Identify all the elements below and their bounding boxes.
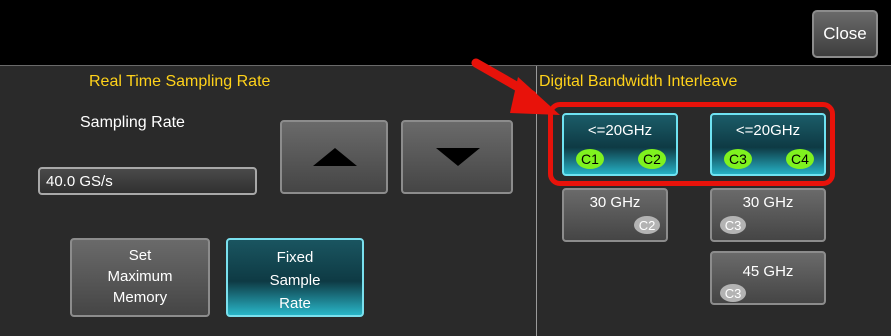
channel-badge-c3: C3: [720, 284, 746, 302]
sampling-rate-field[interactable]: 40.0 GS/s: [38, 167, 257, 195]
selection-highlight-box: [548, 102, 835, 186]
channel-badge-c2: C2: [634, 216, 660, 234]
dbi-option-30ghz-c2[interactable]: 30 GHz C2: [562, 188, 668, 242]
dbi-option-45ghz-c3[interactable]: 45 GHz C3: [710, 251, 826, 305]
fixed-sample-rate-button[interactable]: Fixed Sample Rate: [226, 238, 364, 317]
set-memory-line-1: Set: [128, 247, 152, 264]
red-arrow-icon: [471, 58, 560, 115]
increase-rate-button[interactable]: [280, 120, 388, 194]
fixed-rate-line-3: Rate: [279, 295, 311, 312]
fixed-rate-line-1: Fixed: [276, 249, 314, 266]
dbi-option-label: 30 GHz: [589, 194, 641, 211]
decrease-rate-button[interactable]: [401, 120, 513, 194]
channel-badge-c3: C3: [720, 216, 746, 234]
set-memory-line-2: Maximum: [107, 268, 173, 285]
dbi-option-30ghz-c3[interactable]: 30 GHz C3: [710, 188, 826, 242]
dbi-option-label: 45 GHz: [742, 263, 794, 280]
close-button[interactable]: Close: [812, 10, 878, 58]
dbi-option-label: 30 GHz: [742, 194, 794, 211]
set-memory-line-3: Memory: [112, 289, 168, 306]
arrow-down-icon: [436, 148, 480, 166]
top-bar: [0, 0, 891, 65]
arrow-up-icon: [313, 148, 357, 166]
sampling-rate-label: Sampling Rate: [80, 114, 185, 131]
real-time-sampling-heading: Real Time Sampling Rate: [89, 73, 271, 90]
fixed-rate-line-2: Sample: [269, 272, 321, 289]
set-maximum-memory-button[interactable]: Set Maximum Memory: [70, 238, 210, 317]
